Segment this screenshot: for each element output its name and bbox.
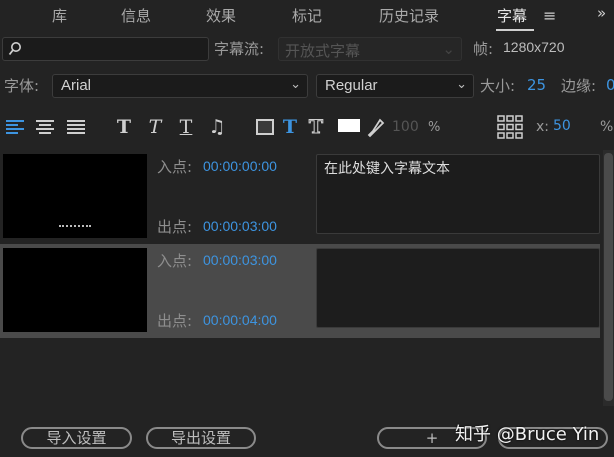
out-point-time[interactable]: 00:00:03:00 [203, 218, 277, 234]
caption-settings-row: 字幕流: 开放式字幕 ⌄ 帧: 1280x720 [0, 35, 614, 63]
tab-info[interactable]: 信息 [121, 5, 151, 26]
font-family-value: Arial [61, 77, 92, 94]
in-point-time[interactable]: 00:00:03:00 [203, 252, 277, 268]
align-justify-icon[interactable] [66, 119, 86, 135]
format-toolbar: T T T ♫ T T 100 % x: 50 % [0, 110, 614, 144]
edge-value[interactable]: 0 [606, 76, 614, 94]
panel-menu-icon[interactable]: ≡ [543, 8, 556, 24]
tab-effects[interactable]: 效果 [206, 5, 236, 26]
font-row: 字体: Arial ⌄ Regular ⌄ 大小: 25 边缘: 0 [0, 72, 614, 100]
italic-icon[interactable]: T [145, 116, 165, 138]
x-position-value[interactable]: 50 [553, 118, 571, 134]
position-grid-icon[interactable] [497, 115, 523, 139]
caption-text-input[interactable] [316, 248, 600, 328]
search-icon [8, 42, 21, 56]
music-note-icon[interactable]: ♫ [207, 116, 227, 138]
scrollbar-thumb[interactable] [604, 153, 613, 401]
chevron-down-icon: ⌄ [456, 76, 467, 91]
x-position-label: x: [536, 119, 550, 135]
font-label: 字体: [4, 77, 40, 95]
search-input[interactable] [2, 37, 209, 61]
caption-thumbnail [3, 248, 147, 332]
caption-preview-mark [59, 225, 91, 227]
edge-label: 边缘: [561, 77, 597, 95]
font-style-value: Regular [325, 77, 378, 94]
frame-size-value: 1280x720 [503, 39, 565, 55]
color-swatch[interactable] [338, 119, 360, 132]
eyedropper-icon[interactable] [367, 118, 385, 138]
background-color-icon[interactable] [256, 119, 274, 135]
more-tabs-icon[interactable]: » [597, 4, 606, 22]
frame-label: 帧: [473, 40, 494, 58]
bold-icon[interactable]: T [114, 116, 134, 138]
tab-history[interactable]: 历史记录 [379, 5, 439, 26]
x-position-percent: % [600, 119, 614, 135]
import-settings-button[interactable]: 导入设置 [21, 427, 132, 449]
tab-markers[interactable]: 标记 [292, 5, 322, 26]
export-settings-button[interactable]: 导出设置 [146, 427, 256, 449]
opacity-percent: % [428, 120, 441, 135]
font-size-value[interactable]: 25 [527, 76, 546, 94]
caption-thumbnail [3, 154, 147, 238]
out-point-time[interactable]: 00:00:04:00 [203, 312, 277, 328]
tab-library[interactable]: 库 [52, 5, 67, 26]
caption-stream-select[interactable]: 开放式字幕 ⌄ [278, 37, 462, 61]
font-style-select[interactable]: Regular ⌄ [316, 74, 474, 98]
out-point-label: 出点: [157, 218, 193, 236]
watermark-text: 知乎 @Bruce Yin [455, 424, 600, 445]
underline-icon[interactable]: T [176, 116, 196, 138]
font-family-select[interactable]: Arial ⌄ [52, 74, 308, 98]
panel-tab-bar: 库 信息 效果 标记 历史记录 字幕 ≡ » [0, 0, 614, 32]
caption-text-input[interactable]: 在此处键入字幕文本 [316, 154, 600, 234]
out-point-label: 出点: [157, 312, 193, 330]
caption-stream-label: 字幕流: [214, 40, 265, 58]
align-center-icon[interactable] [35, 119, 55, 135]
size-label: 大小: [480, 77, 516, 95]
chevron-down-icon: ⌄ [290, 76, 301, 91]
text-outline-icon[interactable]: T [306, 116, 326, 139]
in-point-label: 入点: [157, 252, 193, 270]
opacity-value: 100 [392, 119, 419, 135]
caption-item[interactable]: 入点: 00:00:00:00 出点: 00:00:03:00 在此处键入字幕文… [0, 150, 600, 244]
caption-stream-value: 开放式字幕 [285, 42, 361, 60]
chevron-down-icon: ⌄ [442, 40, 455, 58]
align-left-icon[interactable] [5, 119, 25, 135]
tab-captions[interactable]: 字幕 [497, 5, 527, 26]
active-tab-indicator [496, 29, 534, 31]
text-color-icon[interactable]: T [282, 116, 298, 138]
caption-item[interactable]: 入点: 00:00:03:00 出点: 00:00:04:00 [0, 244, 600, 338]
in-point-label: 入点: [157, 158, 193, 176]
in-point-time[interactable]: 00:00:00:00 [203, 158, 277, 174]
